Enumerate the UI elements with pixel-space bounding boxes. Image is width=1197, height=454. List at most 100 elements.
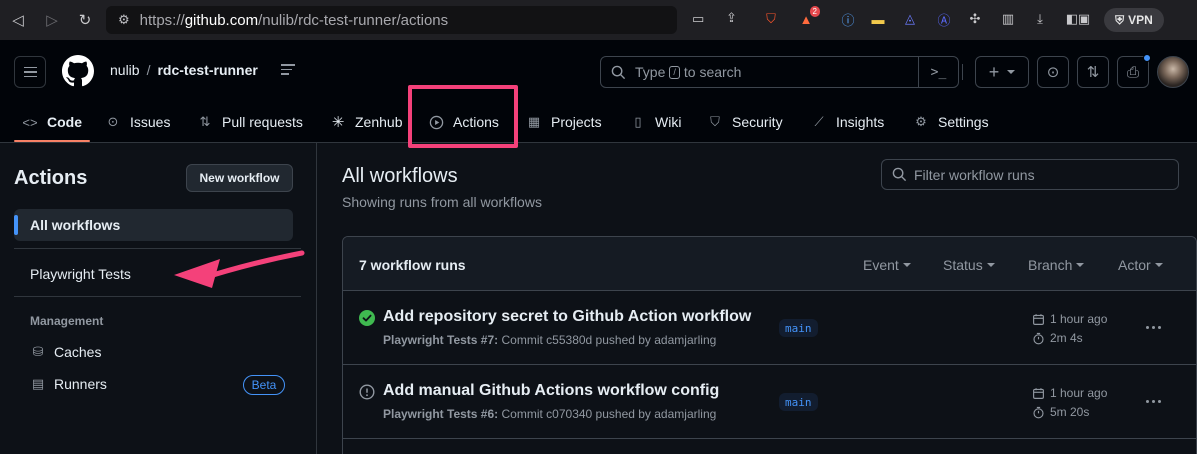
extension-circle-icon[interactable]: Ⓐ (934, 9, 954, 29)
create-new-button[interactable]: + (975, 56, 1029, 88)
extension-folder-icon[interactable]: ▬ (868, 9, 888, 29)
wallet-icon[interactable]: ▣ (1074, 9, 1094, 29)
sidebar-item-playwright-tests[interactable]: Playwright Tests (30, 266, 131, 282)
cast-icon[interactable]: ▭ (692, 11, 704, 27)
new-workflow-button[interactable]: New workflow (186, 164, 293, 192)
forward-icon[interactable]: ▷ (40, 8, 64, 32)
zenhub-icon: ✳ (331, 114, 345, 131)
run-duration-label: 5m 20s (1050, 405, 1090, 419)
download-icon[interactable]: ⤓ (1030, 9, 1050, 29)
repo-menu-icon[interactable] (281, 64, 297, 78)
search-placeholder-pre: Type (635, 64, 666, 80)
filter-workflow-runs-input[interactable]: Filter workflow runs (881, 159, 1179, 190)
brave-rewards-icon[interactable]: ▲ 2 (796, 6, 820, 29)
event-filter-dropdown[interactable]: Event (863, 257, 911, 273)
global-menu-button[interactable] (14, 56, 46, 88)
table-row[interactable]: Add repository secret to Github Action w… (343, 291, 1196, 365)
back-icon[interactable]: ◁ (6, 8, 30, 32)
issues-button[interactable]: ⊙ (1037, 56, 1069, 88)
sidebar-item-all-workflows[interactable]: All workflows (14, 209, 293, 241)
kebab-menu-icon[interactable] (1143, 393, 1163, 409)
sidebar-item-caches[interactable]: ⛁ Caches (30, 344, 102, 360)
search-icon (611, 65, 626, 79)
run-workflow-name: Playwright Tests #7: (383, 333, 499, 347)
gear-icon: ⚙ (915, 114, 927, 129)
actor-filter-dropdown[interactable]: Actor (1118, 257, 1163, 273)
chevron-down-icon (1076, 263, 1085, 267)
brave-shield-icon[interactable]: ⛉ (761, 9, 781, 29)
site-settings-icon[interactable]: ⚙ (118, 12, 130, 28)
sidebar-title: Actions (14, 167, 88, 189)
inbox-icon: ⎙ (1126, 63, 1139, 81)
address-bar[interactable]: ⚙ https://github.com/nulib/rdc-test-runn… (106, 6, 737, 34)
search-input[interactable]: Type / to search >_ (600, 56, 959, 88)
tab-insights[interactable]: ⟋ Insights (811, 102, 884, 142)
tab-pull-requests-label: Pull requests (222, 114, 303, 130)
check-circle-icon (359, 310, 375, 326)
chevron-down-icon (986, 263, 995, 267)
command-palette-icon[interactable]: >_ (918, 57, 958, 87)
actor-filter-label: Actor (1118, 257, 1151, 273)
tab-wiki-label: Wiki (655, 114, 682, 130)
tab-zenhub[interactable]: ✳ Zenhub (330, 102, 403, 142)
run-title-link[interactable]: Add repository secret to Github Action w… (383, 308, 751, 326)
status-filter-dropdown[interactable]: Status (943, 257, 995, 273)
page-subtitle: Showing runs from all workflows (342, 194, 542, 210)
extension-info-icon[interactable]: ⓘ (838, 9, 858, 29)
tab-code-label: Code (47, 114, 82, 130)
branch-tag[interactable]: main (779, 319, 818, 337)
github-logo-icon[interactable] (62, 55, 94, 87)
run-detail: Commit c070340 pushed by adamjarling (501, 407, 717, 421)
search-placeholder-post: to search (683, 64, 742, 80)
repo-nav-tabs: <> Code ⊙ Issues ⇅ Pull requests ✳ Zenhub Ac… (0, 102, 1197, 142)
calendar-icon (1031, 312, 1045, 326)
rewards-count-badge: 2 (809, 6, 820, 17)
tab-issues[interactable]: ⊙ Issues (105, 102, 171, 142)
tab-wiki[interactable]: ▯ Wiki (630, 102, 681, 142)
url-path: /nulib/rdc-test-runner/actions (258, 11, 449, 29)
beta-badge: Beta (243, 375, 285, 395)
kebab-menu-icon[interactable] (1143, 319, 1163, 335)
tab-pull-requests[interactable]: ⇅ Pull requests (197, 102, 303, 142)
tab-code[interactable]: <> Code (22, 102, 82, 142)
url-host: github.com (184, 11, 259, 29)
runners-label: Runners (54, 376, 107, 392)
extensions-puzzle-icon[interactable]: ✣ (965, 9, 985, 29)
avatar[interactable] (1157, 56, 1189, 88)
table-row[interactable]: Add manual Github Actions workflow confi… (343, 365, 1196, 439)
inbox-button[interactable]: ⎙ (1117, 54, 1151, 88)
sidebar-toggle-icon[interactable]: ▥ (998, 9, 1018, 29)
reload-icon[interactable]: ↻ (73, 8, 97, 32)
vpn-shield-icon: ⛨ (1115, 12, 1125, 27)
run-time: 1 hour ago (1031, 386, 1107, 400)
annotation-arrow-icon (174, 250, 305, 288)
pull-requests-button[interactable]: ⇅ (1077, 56, 1109, 88)
tab-security[interactable]: ⛉ Security (707, 102, 782, 142)
page-title: All workflows (342, 165, 458, 187)
share-icon[interactable]: ⇪ (726, 10, 737, 26)
branch-filter-dropdown[interactable]: Branch (1028, 257, 1085, 273)
workflows-main: All workflows Showing runs from all work… (318, 143, 1197, 454)
shield-icon: ⛉ (710, 114, 720, 129)
tab-insights-label: Insights (836, 114, 885, 130)
pull-request-icon: ⇅ (1086, 64, 1100, 81)
browser-toolbar: ◁ ▷ ↻ ⚙ https://github.com/nulib/rdc-tes… (0, 0, 1197, 40)
stopwatch-icon (1031, 331, 1045, 345)
repo-name-link[interactable]: rdc-test-runner (157, 62, 257, 78)
vpn-label: VPN (1128, 13, 1153, 27)
runs-list-header: 7 workflow runs Event Status Branch Acto… (343, 237, 1196, 291)
status-filter-label: Status (943, 257, 983, 273)
book-icon: ▯ (634, 114, 642, 129)
run-time-label: 1 hour ago (1050, 386, 1108, 400)
extension-shield-icon[interactable]: ◬ (900, 9, 920, 29)
tab-projects[interactable]: ▦ Projects (526, 102, 602, 142)
branch-tag[interactable]: main (779, 393, 818, 411)
vpn-button[interactable]: ⛨ VPN (1104, 8, 1164, 32)
run-title-link[interactable]: Add manual Github Actions workflow confi… (383, 382, 719, 400)
repo-owner-link[interactable]: nulib (110, 62, 140, 78)
plus-icon: + (988, 61, 1000, 82)
runs-count: 7 workflow runs (359, 257, 466, 273)
tab-settings[interactable]: ⚙ Settings (913, 102, 989, 142)
tab-settings-label: Settings (938, 114, 989, 130)
sidebar-item-runners[interactable]: ▤ Runners (30, 376, 107, 392)
